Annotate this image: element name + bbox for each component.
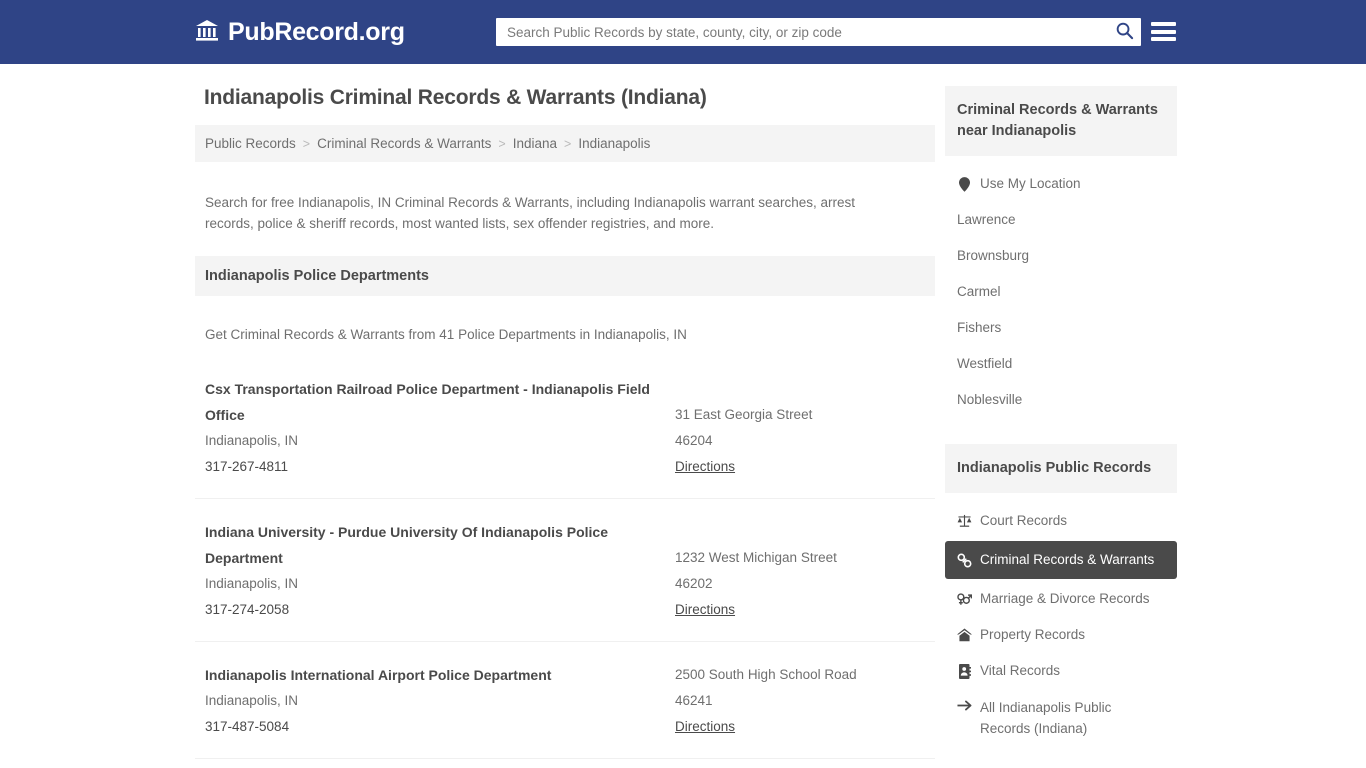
sidebar-item-label: Property Records <box>980 627 1086 642</box>
home-icon <box>957 628 972 642</box>
listing-city: Indianapolis, IN <box>205 575 299 591</box>
sidebar-public-records-block: Indianapolis Public Records Court Record… <box>945 444 1177 747</box>
hamburger-bar <box>1151 22 1176 26</box>
section-subtext: Get Criminal Records & Warrants from 41 … <box>205 327 687 342</box>
sidebar-item-label: Westfield <box>957 356 1013 371</box>
sidebar-item-all-public-records[interactable]: All Indianapolis Public Records (Indiana… <box>945 689 1177 747</box>
sidebar-item-lawrence[interactable]: Lawrence <box>945 202 1177 238</box>
sidebar-item-label: Noblesville <box>957 392 1023 407</box>
listing-zip: 46202 <box>675 575 713 591</box>
listing-right-column: 1232 West Michigan Street 46202 Directio… <box>675 519 925 623</box>
listing-left-column: Indianapolis International Airport Polic… <box>205 662 675 740</box>
sidebar-item-label: Fishers <box>957 320 1002 335</box>
main-content: Indianapolis Criminal Records & Warrants… <box>195 86 935 768</box>
listing-left-column: Indiana University - Purdue University O… <box>205 519 675 623</box>
breadcrumb-separator: > <box>302 136 311 151</box>
directions-link[interactable]: Directions <box>675 454 735 480</box>
sidebar-item-criminal-records-warrants[interactable]: Criminal Records & Warrants <box>945 541 1177 579</box>
listing-row: Indianapolis International Airport Polic… <box>195 642 935 759</box>
sidebar-heading-public-records: Indianapolis Public Records <box>945 444 1177 493</box>
site-header: PubRecord.org <box>0 0 1366 64</box>
breadcrumb-item-indiana[interactable]: Indiana <box>513 136 557 151</box>
search-input[interactable] <box>496 19 1107 45</box>
breadcrumb: Public Records > Criminal Records & Warr… <box>195 125 935 162</box>
sidebar-item-label: Court Records <box>980 513 1068 528</box>
sidebar-heading-nearby: Criminal Records & Warrants near Indiana… <box>945 86 1177 156</box>
breadcrumb-item-public-records[interactable]: Public Records <box>205 136 296 151</box>
listing-city: Indianapolis, IN <box>205 692 299 708</box>
listing-phone[interactable]: 317-274-2058 <box>205 597 675 623</box>
listing-address: 31 East Georgia Street <box>675 406 813 422</box>
listing-address: 1232 West Michigan Street <box>675 549 837 565</box>
sidebar-item-label: Carmel <box>957 284 1001 299</box>
venus-mars-icon <box>957 592 972 606</box>
sidebar-item-westfield[interactable]: Westfield <box>945 346 1177 382</box>
directions-link[interactable]: Directions <box>675 714 735 740</box>
hamburger-bar <box>1151 29 1176 34</box>
sidebar: Criminal Records & Warrants near Indiana… <box>945 86 1177 747</box>
page-body: Indianapolis Criminal Records & Warrants… <box>0 64 1366 768</box>
sidebar-item-noblesville[interactable]: Noblesville <box>945 382 1177 418</box>
sidebar-item-label: Brownsburg <box>957 248 1030 263</box>
sidebar-item-label: Marriage & Divorce Records <box>980 591 1150 606</box>
sidebar-item-use-my-location[interactable]: Use My Location <box>945 156 1177 202</box>
listing-phone[interactable]: 317-487-5084 <box>205 714 675 740</box>
hamburger-bar <box>1151 37 1176 41</box>
listing-name[interactable]: Indiana University - Purdue University O… <box>205 519 675 571</box>
map-pin-icon <box>957 176 972 192</box>
sidebar-item-carmel[interactable]: Carmel <box>945 274 1177 310</box>
listing-phone[interactable]: 317-267-4811 <box>205 454 675 480</box>
search-icon <box>1115 21 1134 43</box>
site-brand-name: PubRecord.org <box>228 17 405 46</box>
sidebar-item-label: Vital Records <box>980 663 1061 678</box>
listing-row: Csx Transportation Railroad Police Depar… <box>195 356 935 499</box>
listing-name[interactable]: Indianapolis International Airport Polic… <box>205 662 675 688</box>
sidebar-item-label: All Indianapolis Public Records (Indiana… <box>980 700 1112 736</box>
sidebar-item-label: Lawrence <box>957 212 1016 227</box>
listing-address: 2500 South High School Road <box>675 666 857 682</box>
sidebar-nearby-list: Use My Location Lawrence Brownsburg Carm… <box>945 156 1177 418</box>
listing-row: Indiana University - Purdue University O… <box>195 499 935 642</box>
site-logo-link[interactable]: PubRecord.org <box>195 18 405 47</box>
id-card-icon <box>957 663 972 679</box>
search-bar <box>496 18 1141 46</box>
sidebar-item-vital-records[interactable]: Vital Records <box>945 653 1177 689</box>
listing-right-column: 31 East Georgia Street 46204 Directions <box>675 376 925 480</box>
listing-city: Indianapolis, IN <box>205 432 299 448</box>
listing-zip: 46204 <box>675 432 713 448</box>
section-heading-police-departments: Indianapolis Police Departments <box>195 255 935 296</box>
arrow-right-icon <box>957 697 972 712</box>
scales-of-justice-icon <box>957 514 972 528</box>
sidebar-item-label: Use My Location <box>980 176 1081 191</box>
sidebar-item-fishers[interactable]: Fishers <box>945 310 1177 346</box>
breadcrumb-item-criminal-records-warrants[interactable]: Criminal Records & Warrants <box>317 136 491 151</box>
listing-left-column: Csx Transportation Railroad Police Depar… <box>205 376 675 480</box>
sidebar-item-label: Criminal Records & Warrants <box>980 552 1155 567</box>
listing-row: Indianapolis Metropolitan Police Departm… <box>195 759 935 768</box>
directions-link[interactable]: Directions <box>675 597 735 623</box>
search-button[interactable] <box>1107 18 1141 46</box>
page-intro-text: Search for free Indianapolis, IN Crimina… <box>205 194 856 231</box>
page-title: Indianapolis Criminal Records & Warrants… <box>204 86 707 109</box>
sidebar-item-court-records[interactable]: Court Records <box>945 493 1177 539</box>
sidebar-item-brownsburg[interactable]: Brownsburg <box>945 238 1177 274</box>
breadcrumb-item-indianapolis[interactable]: Indianapolis <box>578 136 650 151</box>
hamburger-menu-icon[interactable] <box>1151 19 1176 44</box>
breadcrumb-separator: > <box>498 136 506 151</box>
listing-right-column: 2500 South High School Road 46241 Direct… <box>675 662 925 740</box>
sidebar-item-property-records[interactable]: Property Records <box>945 617 1177 653</box>
listing-zip: 46241 <box>675 692 713 708</box>
breadcrumb-separator: > <box>564 136 572 151</box>
sidebar-item-marriage-divorce-records[interactable]: Marriage & Divorce Records <box>945 581 1177 617</box>
bank-institution-icon <box>195 19 219 46</box>
handcuffs-icon <box>957 553 972 568</box>
listing-name[interactable]: Csx Transportation Railroad Police Depar… <box>205 376 675 428</box>
sidebar-public-records-list: Court Records Criminal Records & Warrant… <box>945 493 1177 747</box>
